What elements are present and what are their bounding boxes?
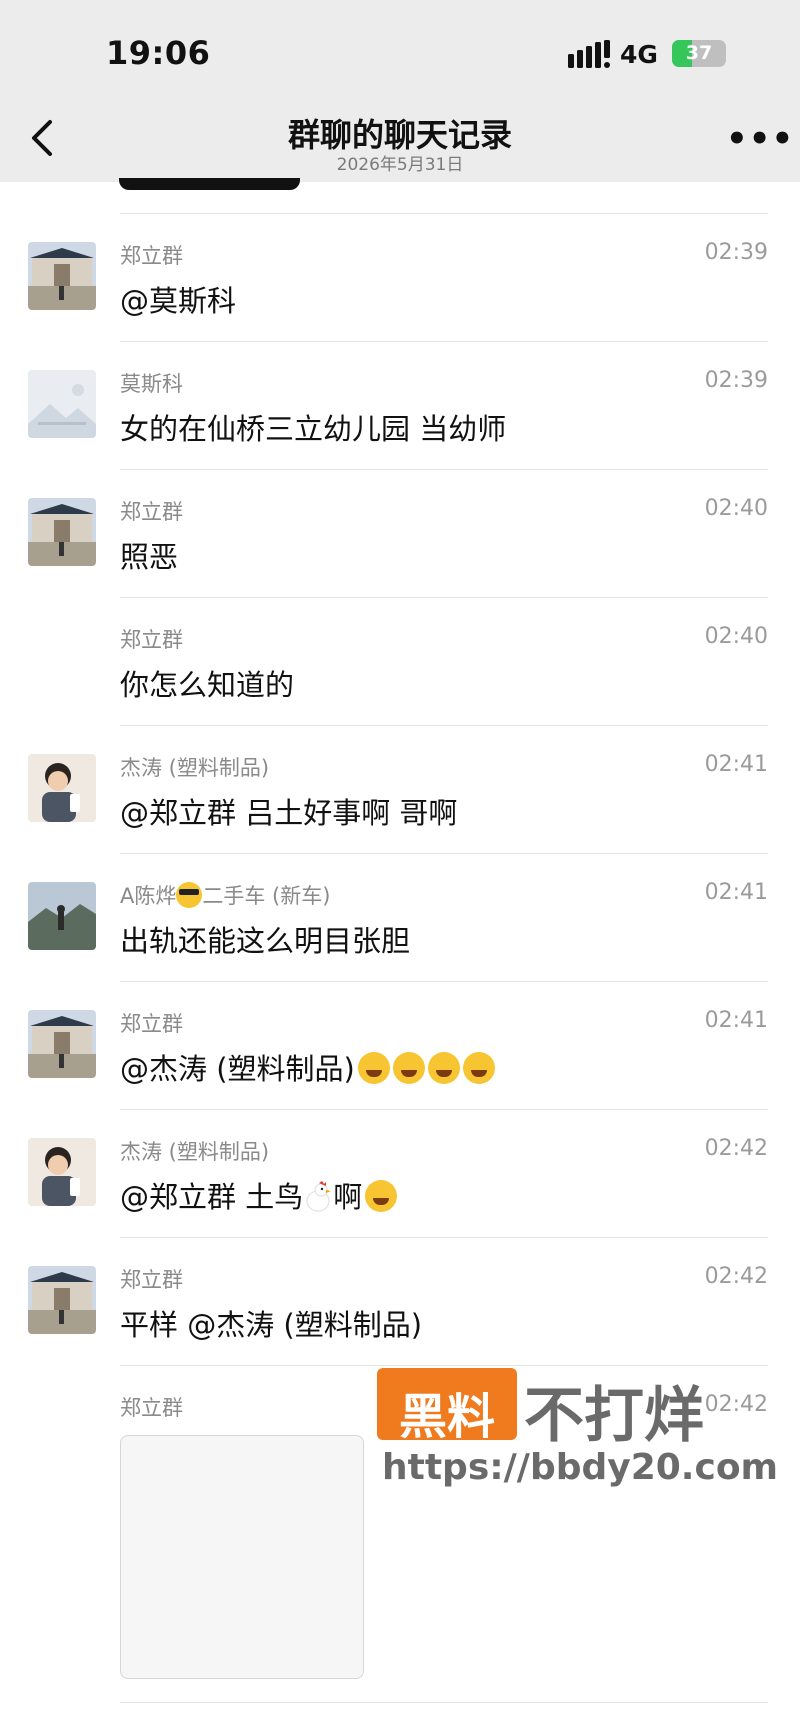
page-subtitle-date: 2026年5月31日 (336, 155, 464, 175)
rolling-laugh-emoji-icon (357, 1052, 390, 1084)
rolling-laugh-emoji-icon (462, 1052, 495, 1084)
sender-name: 郑立群 (120, 500, 183, 524)
sender-name: 郑立群 (120, 628, 183, 652)
message-text[interactable]: @郑立群 土鸟 啊 (120, 1174, 398, 1216)
sender-name: 郑立群 (120, 1012, 183, 1036)
chicken-emoji-icon (306, 1181, 332, 1212)
sender-name: A陈烨 二手车 (新车) (120, 880, 330, 910)
sender-name: 莫斯科 (120, 372, 183, 396)
sender-name-part: A陈烨 (120, 884, 177, 908)
battery-icon: 37 (672, 40, 726, 67)
image-message-placeholder[interactable] (120, 1435, 364, 1679)
message-text[interactable]: 出轨还能这么明目张胆 (120, 918, 410, 960)
avatar[interactable] (28, 242, 96, 310)
message-time: 02:42 (704, 1264, 768, 1289)
message-row[interactable]: 郑立群 02:41 @杰涛 (塑料制品) (0, 982, 800, 1110)
avatar[interactable] (28, 1138, 96, 1206)
watermark-url: https://bbdy20.com (382, 1447, 779, 1488)
message-row[interactable]: 郑立群 02:40 你怎么知道的 (0, 598, 800, 726)
watermark: 黑料 不打烊 https://bbdy20.com (372, 1363, 778, 1488)
navigation-bar: 19:06 4G 37 群聊的聊天记录 2026年5月31日 ••• (0, 0, 800, 182)
previous-image-edge (119, 178, 300, 190)
sender-name: 杰涛 (塑料制品) (120, 1140, 270, 1164)
avatar[interactable] (28, 882, 96, 950)
message-text[interactable]: @杰涛 (塑料制品) (120, 1046, 495, 1088)
message-row[interactable]: 杰涛 (塑料制品) 02:42 @郑立群 土鸟 啊 (0, 1110, 800, 1238)
divider (120, 1702, 768, 1703)
tears-of-joy-emoji-icon (365, 1180, 398, 1212)
sender-name: 郑立群 (120, 244, 183, 268)
watermark-badge-text: 黑料 (398, 1389, 495, 1445)
message-time: 02:39 (704, 368, 768, 393)
message-row[interactable]: 郑立群 02:42 平样 @杰涛 (塑料制品) (0, 1238, 800, 1366)
message-text-part: @杰涛 (塑料制品) (120, 1052, 355, 1086)
status-time: 19:06 (106, 34, 211, 72)
message-text[interactable]: 女的在仙桥三立幼儿园 当幼师 (120, 406, 506, 448)
message-text[interactable]: 你怎么知道的 (120, 662, 294, 704)
message-time: 02:39 (704, 240, 768, 265)
message-time: 02:41 (704, 880, 768, 905)
sender-name: 杰涛 (塑料制品) (120, 756, 270, 780)
message-text-part: @郑立群 土鸟 (120, 1180, 304, 1214)
message-time: 02:41 (704, 1008, 768, 1033)
sender-name: 郑立群 (120, 1268, 183, 1292)
sender-name-suffix: 二手车 (新车) (202, 884, 331, 908)
message-row[interactable]: A陈烨 二手车 (新车) 02:41 出轨还能这么明目张胆 (0, 854, 800, 982)
more-options-icon[interactable]: ••• (726, 122, 794, 156)
network-type: 4G (620, 40, 658, 69)
message-text-part: 啊 (333, 1180, 363, 1214)
rolling-laugh-emoji-icon (427, 1052, 460, 1084)
avatar[interactable] (28, 498, 96, 566)
watermark-main-text: 不打烊 (524, 1381, 704, 1451)
message-row[interactable]: 郑立群 02:40 照恶 (0, 470, 800, 598)
message-text[interactable]: 照恶 (120, 534, 178, 576)
sunglasses-emoji-icon (176, 882, 203, 908)
rolling-laugh-emoji-icon (392, 1052, 425, 1084)
message-row[interactable]: 杰涛 (塑料制品) 02:41 @郑立群 吕土好事啊 哥啊 (0, 726, 800, 854)
message-row[interactable]: 郑立群 02:39 @莫斯科 (0, 214, 800, 342)
signal-icon (568, 40, 610, 68)
message-text[interactable]: @郑立群 吕土好事啊 哥啊 (120, 790, 457, 832)
message-text[interactable]: @莫斯科 (120, 278, 236, 320)
avatar-placeholder-icon[interactable] (28, 370, 96, 438)
message-time: 02:40 (704, 624, 768, 649)
message-time: 02:40 (704, 496, 768, 521)
message-text[interactable]: 平样 @杰涛 (塑料制品) (120, 1302, 422, 1344)
battery-level: 37 (685, 42, 713, 64)
avatar[interactable] (28, 1266, 96, 1334)
message-time: 02:42 (704, 1136, 768, 1161)
avatar[interactable] (28, 754, 96, 822)
message-time: 02:41 (704, 752, 768, 777)
avatar[interactable] (28, 1010, 96, 1078)
message-row[interactable]: 莫斯科 02:39 女的在仙桥三立幼儿园 当幼师 (0, 342, 800, 470)
watermark-badge: 黑料 (377, 1368, 517, 1445)
sender-name: 郑立群 (120, 1396, 183, 1420)
